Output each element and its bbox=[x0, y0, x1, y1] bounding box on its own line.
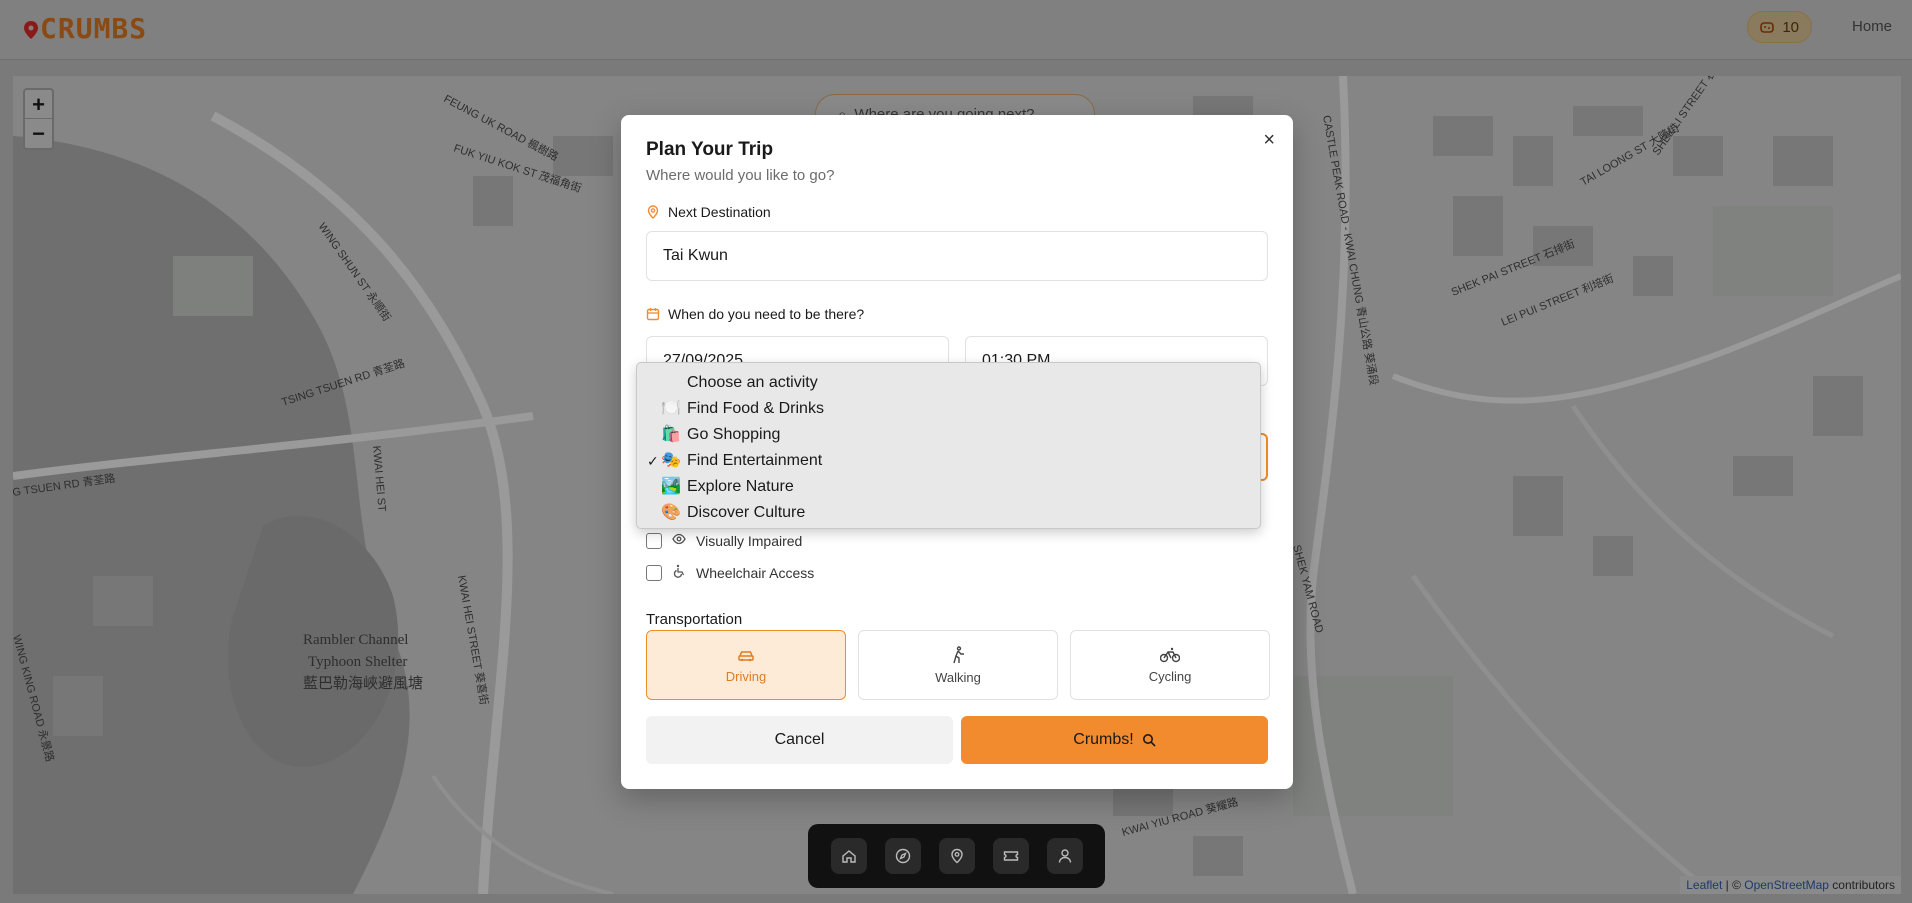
destination-input[interactable]: Tai Kwun bbox=[646, 231, 1268, 281]
crumbs-submit-label: Crumbs! bbox=[1073, 731, 1134, 748]
wheelchair-checkbox[interactable] bbox=[646, 564, 662, 581]
palette-icon: 🎨 bbox=[661, 504, 681, 521]
wheelchair-icon bbox=[672, 564, 686, 581]
attribution-tail: contributors bbox=[1828, 878, 1895, 892]
wheelchair-option[interactable]: Wheelchair Access bbox=[646, 564, 814, 581]
food-icon: 🍽️ bbox=[661, 400, 681, 417]
transport-driving-button[interactable]: Driving bbox=[646, 630, 846, 700]
destination-label: Next Destination bbox=[668, 204, 771, 220]
nav-home-button[interactable] bbox=[830, 838, 867, 874]
app-header: CRUMBS 10 Home bbox=[0, 0, 1912, 60]
map-attribution: Leaflet | © OpenStreetMap contributors bbox=[1680, 876, 1901, 894]
map-label: Typhoon Shelter bbox=[308, 654, 407, 670]
map-label: LEI PUI STREET 利培街 bbox=[1499, 271, 1616, 329]
zoom-out-button[interactable]: − bbox=[25, 119, 52, 148]
check-icon: ✓ bbox=[647, 453, 659, 469]
ticket-icon bbox=[1003, 851, 1018, 861]
when-label-row: When do you need to be there? bbox=[646, 306, 864, 322]
option-label: Discover Culture bbox=[687, 504, 806, 521]
home-icon bbox=[841, 850, 856, 863]
wheelchair-label: Wheelchair Access bbox=[696, 564, 815, 581]
eye-icon bbox=[672, 532, 686, 549]
driving-label: Driving bbox=[725, 668, 767, 684]
points-count: 10 bbox=[1782, 18, 1799, 36]
modal-subtitle: Where would you like to go? bbox=[646, 167, 835, 184]
map-label: Rambler Channel bbox=[303, 632, 408, 648]
destination-label-row: Next Destination bbox=[646, 204, 771, 220]
nav-tickets-button[interactable] bbox=[992, 838, 1029, 874]
map-label: KWAI HEI STREET 葵喜街 bbox=[455, 574, 492, 706]
attribution-sep: | © bbox=[1722, 878, 1745, 892]
activity-option[interactable]: 🎨 Discover Culture bbox=[637, 500, 1260, 526]
walking-label: Walking bbox=[935, 669, 981, 685]
activity-dropdown-list: Choose an activity 🍽️ Find Food & Drinks… bbox=[636, 362, 1261, 529]
map-label: KWAI HEI ST bbox=[370, 445, 388, 512]
points-badge[interactable]: 10 bbox=[1747, 11, 1812, 43]
map-label: WING SHUN ST 永順街 bbox=[316, 220, 395, 324]
map-pin-icon bbox=[646, 205, 660, 219]
osm-link[interactable]: OpenStreetMap bbox=[1744, 878, 1829, 892]
activity-option[interactable]: Choose an activity bbox=[637, 370, 1260, 396]
bicycle-icon bbox=[1160, 647, 1180, 662]
search-icon bbox=[1142, 734, 1156, 747]
nav-profile-button[interactable] bbox=[1046, 838, 1083, 874]
app-logo[interactable]: CRUMBS bbox=[24, 12, 147, 45]
cycling-label: Cycling bbox=[1148, 668, 1192, 684]
nav-explore-button[interactable] bbox=[884, 838, 921, 874]
transport-cycling-button[interactable]: Cycling bbox=[1070, 630, 1270, 700]
walking-icon bbox=[953, 645, 964, 663]
option-label: Find Food & Drinks bbox=[687, 400, 824, 417]
visually-impaired-checkbox[interactable] bbox=[646, 532, 662, 549]
option-label: Choose an activity bbox=[687, 374, 818, 391]
compass-icon bbox=[895, 848, 910, 864]
theater-masks-icon: 🎭 bbox=[661, 452, 681, 469]
when-label: When do you need to be there? bbox=[668, 306, 865, 322]
map-label: CASTLE PEAK ROAD - KWAI CHUNG 青山公路 葵涌段 bbox=[1320, 114, 1381, 386]
map-label: 藍巴勒海峽避風塘 bbox=[303, 675, 423, 692]
nav-map-button[interactable] bbox=[938, 838, 975, 874]
bottom-nav bbox=[808, 824, 1105, 888]
transport-walking-button[interactable]: Walking bbox=[858, 630, 1058, 700]
activity-option[interactable]: 🍽️ Find Food & Drinks bbox=[637, 396, 1260, 422]
user-icon bbox=[1058, 849, 1071, 863]
activity-option[interactable]: 🛍️ Go Shopping bbox=[637, 422, 1260, 448]
zoom-in-button[interactable]: + bbox=[25, 90, 52, 119]
leaflet-link[interactable]: Leaflet bbox=[1686, 878, 1722, 892]
option-label: Explore Nature bbox=[687, 478, 794, 495]
zoom-control: + − bbox=[23, 88, 54, 150]
shopping-bag-icon: 🛍️ bbox=[661, 426, 681, 443]
activity-option[interactable]: 🏞️ Explore Nature bbox=[637, 474, 1260, 500]
activity-option-selected[interactable]: ✓ 🎭 Find Entertainment bbox=[637, 448, 1260, 474]
map-pin-logo-icon bbox=[24, 21, 38, 39]
map-pin-icon bbox=[950, 848, 963, 864]
home-link[interactable]: Home bbox=[1852, 18, 1892, 35]
cancel-button[interactable]: Cancel bbox=[646, 716, 953, 764]
option-label: Go Shopping bbox=[687, 426, 781, 443]
visually-impaired-label: Visually Impaired bbox=[696, 532, 803, 549]
car-icon bbox=[738, 650, 754, 661]
crumbs-submit-button[interactable]: Crumbs! bbox=[961, 716, 1268, 764]
option-label: Find Entertainment bbox=[687, 452, 823, 469]
close-button[interactable]: × bbox=[1263, 129, 1275, 152]
crumbs-icon bbox=[1760, 22, 1775, 33]
modal-title: Plan Your Trip bbox=[646, 139, 774, 160]
transportation-label: Transportation bbox=[646, 611, 743, 628]
calendar-icon bbox=[646, 307, 660, 321]
visually-impaired-option[interactable]: Visually Impaired bbox=[646, 532, 802, 549]
landscape-icon: 🏞️ bbox=[661, 478, 681, 495]
logo-text: CRUMBS bbox=[40, 12, 148, 45]
